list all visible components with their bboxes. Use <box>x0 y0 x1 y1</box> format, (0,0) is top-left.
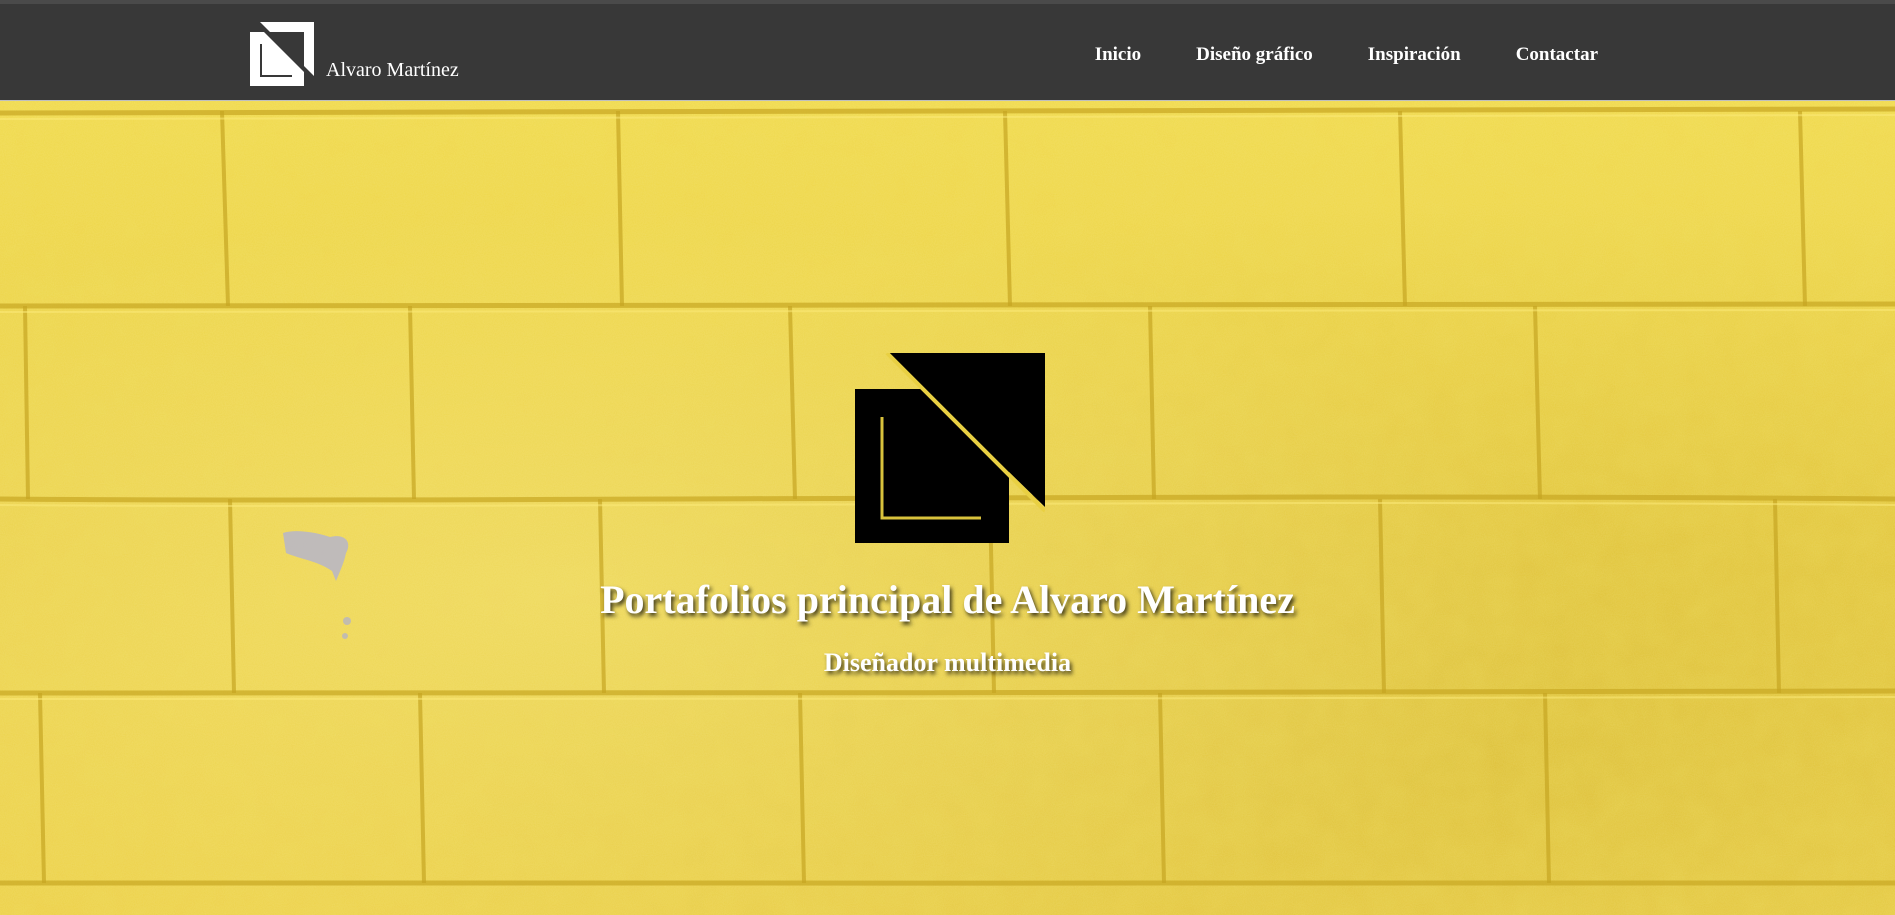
top-navbar: Alvaro Martínez Inicio Diseño gráfico In… <box>0 0 1895 101</box>
main-nav: Inicio Diseño gráfico Inspiración Contac… <box>1095 44 1598 66</box>
page-title: Portafolios principal de Alvaro Martínez <box>600 577 1295 622</box>
hero-section: Portafolios principal de Alvaro Martínez… <box>0 101 1895 915</box>
square-triangle-logo-icon <box>250 22 314 86</box>
brand-name: Alvaro Martínez <box>326 59 459 81</box>
nav-item-contactar[interactable]: Contactar <box>1516 44 1598 66</box>
nav-item-diseno-grafico[interactable]: Diseño gráfico <box>1196 44 1313 66</box>
brand[interactable]: Alvaro Martínez <box>250 22 459 86</box>
nav-item-inicio[interactable]: Inicio <box>1095 44 1141 66</box>
nav-item-inspiracion[interactable]: Inspiración <box>1368 44 1461 66</box>
page: Alvaro Martínez Inicio Diseño gráfico In… <box>0 0 1895 915</box>
square-triangle-logo-icon <box>855 353 1045 543</box>
page-subtitle: Diseñador multimedia <box>823 648 1072 677</box>
